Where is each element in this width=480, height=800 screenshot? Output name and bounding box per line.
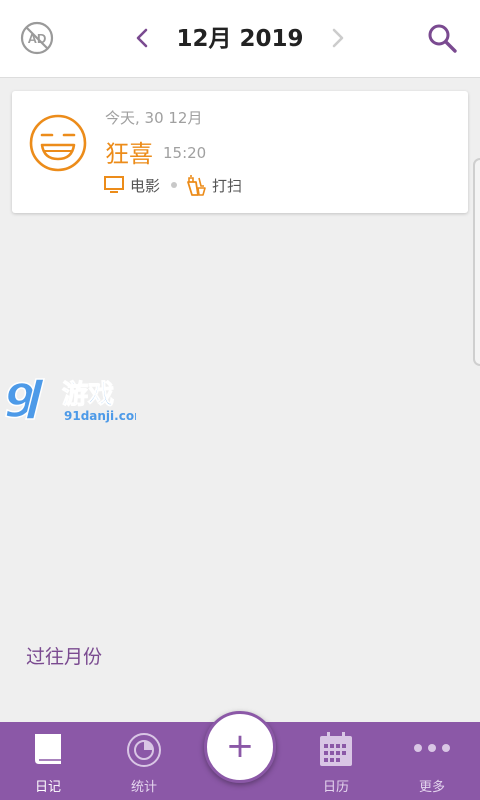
nav-label: 更多 — [418, 780, 445, 795]
stats-disc-icon — [127, 733, 161, 767]
nav-item-more[interactable]: 更多 — [384, 722, 480, 800]
watermark-text: 游戏 — [62, 380, 114, 410]
entry-time: 15:20 — [163, 144, 207, 162]
separator-dot — [171, 182, 177, 188]
mood-label: 狂喜 — [105, 140, 153, 168]
nav-label: 统计 — [130, 780, 157, 795]
entry-date: 今天, 30 12月 — [105, 109, 203, 127]
calendar-icon — [320, 732, 352, 766]
search-icon[interactable] — [424, 20, 460, 56]
watermark-domain: 91danji.com — [64, 409, 136, 423]
entry-card[interactable]: 今天, 30 12月 狂喜 15:20 电影 打扫 — [12, 91, 468, 213]
book-icon — [35, 734, 61, 764]
nav-item-diary[interactable]: 日记 — [0, 722, 96, 800]
top-bar: AD 12月 2019 — [0, 0, 480, 78]
nav-item-calendar[interactable]: 日历 — [288, 722, 384, 800]
no-ads-icon[interactable]: AD — [20, 21, 54, 55]
activity-tag: 打扫 — [184, 174, 242, 196]
chevron-left-icon[interactable] — [128, 22, 156, 54]
nav-item-stats[interactable]: 统计 — [96, 722, 192, 800]
cleaning-icon — [187, 175, 206, 196]
watermark-logo: 9 游戏 91danji.com — [3, 373, 136, 427]
plus-icon: + — [225, 726, 255, 766]
chevron-right-icon — [332, 28, 344, 48]
add-entry-button[interactable]: + — [204, 711, 276, 783]
activity-tag: 电影 — [104, 174, 160, 196]
activity-label: 打扫 — [212, 176, 243, 195]
side-drawer-handle[interactable] — [473, 158, 480, 366]
nav-label: 日记 — [34, 780, 61, 795]
nav-label: 日历 — [322, 780, 349, 795]
tv-icon — [104, 176, 124, 193]
activity-label: 电影 — [130, 176, 161, 195]
past-months-link[interactable]: 过往月份 — [26, 642, 102, 669]
more-dots-icon — [414, 744, 450, 752]
laughing-face-icon — [29, 114, 87, 172]
month-title: 12月 2019 — [176, 26, 304, 52]
